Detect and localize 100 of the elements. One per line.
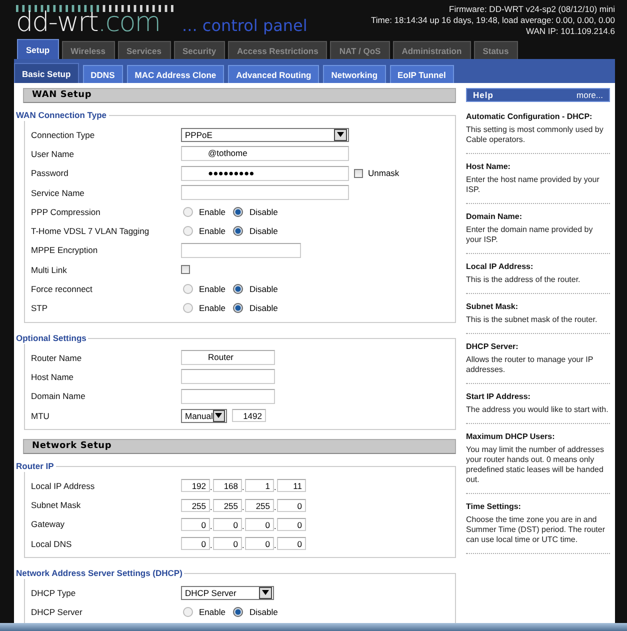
dropdown[interactable]: Manual: [181, 408, 227, 422]
fieldset-legend: Optional Settings: [16, 332, 88, 344]
input-field[interactable]: 0: [277, 498, 306, 512]
status-info: Firmware: DD-WRT v24-sp2 (08/12/10) mini: [448, 4, 615, 15]
tab[interactable]: Setup: [17, 39, 59, 59]
help-text: Allows the router to manage your IP addresses.: [466, 355, 594, 375]
help-text: This is the subnet mask of the router.: [466, 315, 598, 325]
separator: .: [210, 541, 213, 550]
checkbox[interactable]: [354, 168, 363, 178]
field-label: Router Name: [31, 352, 83, 363]
logo: dd-wrt.com: [16, 9, 160, 36]
radio-button[interactable]: [183, 284, 193, 294]
radio-button[interactable]: [183, 303, 193, 314]
dropdown[interactable]: PPPoE: [181, 128, 349, 142]
subtab[interactable]: Basic Setup: [14, 63, 79, 83]
input-field[interactable]: [181, 388, 275, 404]
section-header: WAN Setup: [23, 88, 456, 103]
help-text: This is the address of the router.: [466, 275, 582, 285]
section-header: Network Setup: [23, 439, 456, 454]
input-field[interactable]: @tothome: [181, 146, 349, 162]
radio-button[interactable]: [183, 226, 193, 236]
tagline: ... control panel: [182, 16, 308, 35]
input-field[interactable]: 192: [181, 479, 210, 492]
radio-label: Enable: [199, 303, 226, 314]
input-field[interactable]: [181, 185, 349, 200]
input-field[interactable]: Router: [181, 350, 275, 366]
input-field[interactable]: 168: [213, 479, 242, 492]
field-label: Service Name: [31, 188, 86, 198]
input-field[interactable]: 0: [245, 537, 274, 550]
input-field[interactable]: 0: [181, 518, 210, 531]
radio-button[interactable]: [233, 303, 244, 314]
radio-label: Enable: [199, 607, 226, 618]
radio-button[interactable]: [233, 206, 244, 217]
field-label: PPP Compression: [31, 206, 102, 217]
separator: .: [274, 502, 277, 512]
input-field[interactable]: 1: [245, 479, 274, 492]
help-text: Choose the time zone you are in and Summer Time (DST) period. The router can use local time or UTC time.: [466, 515, 606, 545]
radio-button[interactable]: [183, 607, 193, 618]
fieldset-legend: Router IP: [16, 460, 56, 472]
field-label: Force reconnect: [31, 284, 94, 294]
separator: .: [242, 522, 245, 531]
subtab[interactable]: DDNS: [82, 65, 123, 83]
radio-button[interactable]: [183, 206, 193, 217]
help-topic: Domain Name:: [466, 212, 524, 221]
separator: .: [210, 502, 213, 512]
input-field[interactable]: 1492: [232, 409, 266, 422]
input-field[interactable]: 255: [245, 498, 274, 512]
help-text: You may limit the number of addresses your router hands out. 0 means only predefined static leases will be handed out.: [466, 445, 605, 485]
radio-label: Enable: [199, 226, 226, 236]
input-field[interactable]: 0: [181, 537, 210, 550]
radio-button[interactable]: [233, 284, 244, 294]
field-label: User Name: [31, 148, 75, 159]
input-field[interactable]: 0: [277, 537, 306, 550]
subtab[interactable]: MAC Address Clone: [126, 65, 224, 83]
field-label: Local DNS: [31, 538, 73, 549]
help-topic: Local IP Address:: [466, 262, 534, 271]
field-label: DHCP Type: [31, 588, 77, 598]
separator: .: [210, 483, 213, 492]
checkbox[interactable]: [181, 265, 190, 274]
separator: .: [274, 483, 277, 492]
caret-icon: [212, 410, 225, 422]
radio-label: Enable: [199, 206, 226, 217]
status-info: WAN IP: 101.109.214.6: [525, 26, 615, 37]
field-label: Gateway: [31, 519, 66, 530]
radio-button[interactable]: [233, 607, 244, 618]
more-link[interactable]: more...: [576, 90, 603, 100]
field-label: Multi Link: [31, 264, 68, 275]
radio-label: Disable: [249, 284, 278, 294]
input-field[interactable]: 0: [245, 518, 274, 531]
checkbox-label: Unmask: [368, 168, 400, 178]
field-label: DHCP Server: [31, 607, 84, 618]
input-field[interactable]: 0: [213, 518, 242, 531]
radio-label: Disable: [249, 607, 278, 618]
input-field[interactable]: 11: [277, 479, 306, 492]
help-topic: Automatic Configuration - DHCP:: [466, 112, 594, 121]
input-field[interactable]: 255: [213, 498, 242, 512]
field-label: Domain Name: [31, 391, 86, 402]
input-field[interactable]: 0: [277, 518, 306, 531]
separator: .: [242, 502, 245, 512]
caret-icon: [259, 586, 272, 599]
radio-button[interactable]: [233, 226, 244, 236]
input-field[interactable]: 255: [181, 498, 210, 512]
input-field[interactable]: 0: [213, 537, 242, 550]
dropdown[interactable]: DHCP Server: [181, 586, 274, 600]
field-label: Password: [31, 168, 70, 178]
field-label: MPPE Encryption: [31, 245, 99, 256]
subtab[interactable]: Advanced Routing: [228, 65, 320, 83]
help-text: The address you would like to start with.: [466, 405, 610, 415]
help-topic: Start IP Address:: [466, 392, 532, 401]
help-text: Enter the host name provided by your ISP.: [466, 175, 600, 195]
field-label: Connection Type: [31, 130, 96, 140]
field-label: MTU: [31, 410, 50, 420]
subtab[interactable]: Networking: [323, 65, 386, 83]
field-label: Subnet Mask: [31, 500, 82, 510]
radio-label: Enable: [199, 284, 226, 294]
subtab[interactable]: EoIP Tunnel: [390, 65, 454, 83]
input-field[interactable]: [181, 242, 301, 258]
status-info: Time: 18:14:34 up 16 days, 19:48, load average: 0.00, 0.00, 0.00: [371, 15, 615, 26]
input-field[interactable]: [181, 369, 275, 384]
input-field[interactable]: ●●●●●●●●●: [181, 166, 349, 181]
